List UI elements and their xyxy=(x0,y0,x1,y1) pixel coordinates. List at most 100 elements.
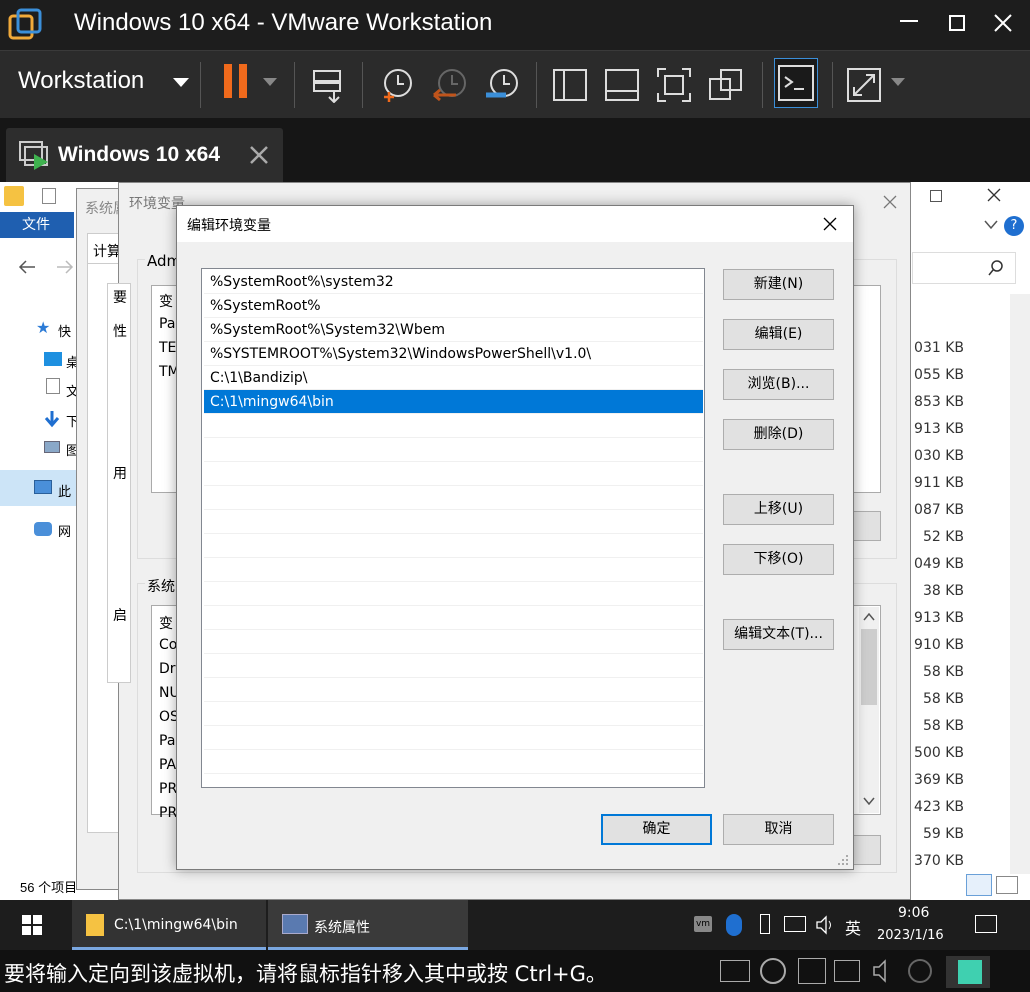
ok-button[interactable]: 确定 xyxy=(601,814,712,845)
console-view-button[interactable] xyxy=(774,58,818,108)
taskbar-item-sysprops[interactable]: 系统属性 xyxy=(268,900,468,950)
edit-button[interactable]: 编辑(E) xyxy=(723,319,834,350)
details-view-icon[interactable] xyxy=(966,874,992,896)
system-vars-button[interactable] xyxy=(851,835,881,865)
path-entry[interactable]: %SystemRoot% xyxy=(204,294,703,318)
search-icon[interactable] xyxy=(988,260,1004,276)
windows-start-icon[interactable] xyxy=(22,915,42,935)
empty-path-row[interactable] xyxy=(204,438,703,462)
path-entry[interactable]: %SystemRoot%\system32 xyxy=(204,270,703,294)
move-down-button[interactable]: 下移(O) xyxy=(723,544,834,575)
scroll-down-icon[interactable] xyxy=(863,797,875,805)
close-icon[interactable] xyxy=(987,188,1001,202)
nav-network[interactable]: 网 xyxy=(58,521,71,540)
sound-icon[interactable] xyxy=(872,959,898,983)
workstation-menu[interactable]: Workstation xyxy=(18,67,144,95)
new-button[interactable]: 新建(N) xyxy=(723,269,834,300)
unity-icon[interactable] xyxy=(708,67,744,103)
path-entry[interactable]: C:\1\mingw64\bin xyxy=(204,390,703,414)
user-var-row[interactable]: Pa xyxy=(159,316,175,332)
chevron-down-icon[interactable] xyxy=(262,77,278,87)
empty-path-row[interactable] xyxy=(204,654,703,678)
empty-path-row[interactable] xyxy=(204,462,703,486)
scroll-up-icon[interactable] xyxy=(863,613,875,621)
empty-path-row[interactable] xyxy=(204,726,703,750)
empty-path-row[interactable] xyxy=(204,630,703,654)
stretch-icon[interactable] xyxy=(846,67,882,103)
empty-path-row[interactable] xyxy=(204,558,703,582)
empty-path-row[interactable] xyxy=(204,606,703,630)
move-up-button[interactable]: 上移(U) xyxy=(723,494,834,525)
empty-path-row[interactable] xyxy=(204,678,703,702)
tiles-view-icon[interactable] xyxy=(996,876,1018,894)
nav-this-pc[interactable]: 此 xyxy=(58,481,71,500)
browse-button[interactable]: 浏览(B)... xyxy=(723,369,834,400)
clock-time[interactable]: 9:06 xyxy=(898,905,929,921)
restore-button[interactable] xyxy=(930,190,942,202)
scroll-thumb[interactable] xyxy=(861,629,877,705)
user-var-row[interactable]: TE xyxy=(159,340,176,356)
delete-button[interactable]: 删除(D) xyxy=(723,419,834,450)
system-var-row[interactable]: Pa xyxy=(159,733,175,749)
path-entry[interactable]: %SYSTEMROOT%\System32\WindowsPowerShell\… xyxy=(204,342,703,366)
system-var-row[interactable]: PA xyxy=(159,757,176,773)
system-var-row[interactable]: Dr xyxy=(159,661,176,677)
revert-snapshot-icon[interactable] xyxy=(432,67,468,103)
file-tab[interactable]: 文件 xyxy=(0,212,74,238)
maximize-button[interactable] xyxy=(949,15,965,31)
thumbnail-view-icon[interactable] xyxy=(604,67,640,103)
taskbar-item-explorer[interactable]: C:\1\mingw64\bin xyxy=(72,900,266,950)
pause-icon[interactable] xyxy=(224,64,232,98)
network-adapter-icon[interactable] xyxy=(798,958,826,984)
printer-icon[interactable] xyxy=(834,960,860,982)
cancel-button[interactable]: 取消 xyxy=(723,814,834,845)
resize-grip-icon[interactable] xyxy=(837,854,849,866)
clock-date[interactable]: 2023/1/16 xyxy=(877,928,944,943)
snapshot-icon[interactable] xyxy=(380,67,416,103)
empty-path-row[interactable] xyxy=(204,750,703,774)
chevron-down-icon[interactable] xyxy=(984,220,998,230)
bluetooth-icon[interactable] xyxy=(726,914,742,936)
send-ctrl-alt-del-icon[interactable] xyxy=(310,67,346,103)
empty-path-row[interactable] xyxy=(204,534,703,558)
help-icon[interactable]: ? xyxy=(1004,216,1024,236)
forward-arrow-icon[interactable] xyxy=(56,260,74,274)
empty-path-row[interactable] xyxy=(204,702,703,726)
ime-indicator[interactable]: 英 xyxy=(845,915,861,939)
empty-path-row[interactable] xyxy=(204,582,703,606)
close-icon[interactable] xyxy=(883,195,897,209)
path-entry[interactable]: C:\1\Bandizip\ xyxy=(204,366,703,390)
explorer-scrollbar[interactable] xyxy=(1010,294,1030,874)
close-icon[interactable] xyxy=(823,217,837,231)
message-log-button[interactable] xyxy=(946,956,990,988)
minimize-button[interactable] xyxy=(900,20,918,22)
vm-tab[interactable]: Windows 10 x64 xyxy=(6,128,283,182)
snapshot-manager-icon[interactable] xyxy=(484,67,520,103)
path-entry[interactable]: %SystemRoot%\System32\Wbem xyxy=(204,318,703,342)
back-arrow-icon[interactable] xyxy=(18,260,36,274)
system-var-row[interactable]: PR xyxy=(159,781,177,797)
guest-desktop[interactable]: 文件 ? ★ 快 桌 文 下 图 此 网 56 个项目 031 KB 055 KB… xyxy=(0,182,1030,900)
notification-icon[interactable] xyxy=(975,915,997,933)
cd-rom-icon[interactable] xyxy=(760,958,786,984)
chevron-down-icon[interactable] xyxy=(890,77,906,87)
usb-icon[interactable] xyxy=(760,914,770,934)
vmware-tools-icon[interactable]: vm xyxy=(694,916,712,932)
volume-icon[interactable] xyxy=(815,915,835,935)
empty-path-row[interactable] xyxy=(204,414,703,438)
user-vars-delete-button[interactable] xyxy=(851,511,881,541)
hard-disk-icon[interactable] xyxy=(720,960,750,982)
empty-path-row[interactable] xyxy=(204,486,703,510)
library-view-icon[interactable] xyxy=(552,67,588,103)
close-icon[interactable] xyxy=(994,14,1012,32)
nav-quick-access[interactable]: 快 xyxy=(58,321,71,340)
close-tab-icon[interactable] xyxy=(250,146,268,164)
network-status-icon[interactable] xyxy=(784,916,806,932)
system-var-row[interactable]: PR xyxy=(159,805,177,821)
path-entries-list[interactable]: %SystemRoot%\system32 %SystemRoot% %System… xyxy=(201,268,705,788)
empty-path-row[interactable] xyxy=(204,510,703,534)
edit-text-button[interactable]: 编辑文本(T)... xyxy=(723,619,834,650)
system-var-row[interactable]: Co xyxy=(159,637,177,653)
camera-icon[interactable] xyxy=(908,959,932,983)
full-screen-icon[interactable] xyxy=(656,67,692,103)
